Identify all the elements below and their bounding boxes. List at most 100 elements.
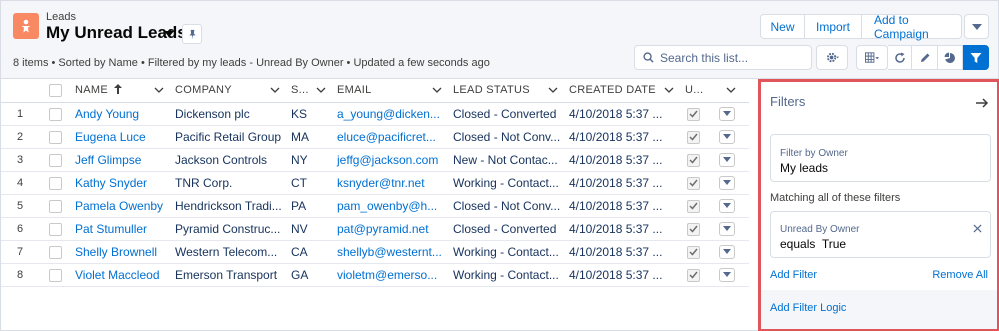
email-link[interactable]: jeffg@jackson.com (337, 153, 438, 167)
table-row[interactable]: 5 Pamela Owenby Hendrickson Tradi... PA pam_… (1, 194, 749, 218)
email-cell[interactable]: violetm@emerso... (331, 263, 447, 287)
filter-item-card[interactable]: Unread By Owner equals True (770, 211, 991, 258)
email-cell[interactable]: shellyb@westernt... (331, 240, 447, 264)
row-actions-button[interactable] (719, 106, 735, 121)
row-actions-button[interactable] (719, 267, 735, 282)
email-cell[interactable]: pat@pyramid.net (331, 217, 447, 241)
row-actions-button[interactable] (719, 129, 735, 144)
table-row[interactable]: 8 Violet Maccleod Emerson Transport GA viole… (1, 263, 749, 287)
chevron-down-icon[interactable] (153, 84, 165, 96)
filters-button[interactable] (963, 45, 989, 70)
row-select-cell[interactable] (43, 125, 69, 149)
filter-by-owner-card[interactable]: Filter by Owner My leads (770, 134, 991, 182)
select-all-header[interactable] (43, 79, 69, 103)
add-to-campaign-button[interactable]: Add to Campaign (862, 13, 962, 41)
chevron-down-icon[interactable] (547, 84, 559, 96)
row-actions-button[interactable] (719, 175, 735, 190)
email-cell[interactable]: jeffg@jackson.com (331, 148, 447, 172)
row-actions-button[interactable] (719, 198, 735, 213)
lead-name-link[interactable]: Pat Stumuller (75, 222, 147, 236)
row-select-cell[interactable] (43, 194, 69, 218)
email-link[interactable]: a_young@dicken... (337, 107, 440, 121)
display-as-button[interactable] (856, 45, 888, 70)
table-row[interactable]: 2 Eugena Luce Pacific Retail Group MA eluce@… (1, 125, 749, 149)
lead-name-link[interactable]: Kathy Snyder (75, 176, 147, 190)
row-select-cell[interactable] (43, 263, 69, 287)
row-select-cell[interactable] (43, 217, 69, 241)
lead-name-link[interactable]: Jeff Glimpse (75, 153, 141, 167)
column-header-company[interactable]: COMPANY (169, 79, 285, 103)
email-link[interactable]: pat@pyramid.net (337, 222, 429, 236)
lead-name-link[interactable]: Violet Maccleod (75, 268, 160, 282)
table-row[interactable]: 1 Andy Young Dickenson plc KS a_young@dicken… (1, 102, 749, 126)
email-link[interactable]: ksnyder@tnr.net (337, 176, 425, 190)
table-row[interactable]: 3 Jeff Glimpse Jackson Controls NY jeffg@jac… (1, 148, 749, 172)
row-select-cell[interactable] (43, 148, 69, 172)
name-cell[interactable]: Violet Maccleod (69, 263, 169, 287)
row-actions-button[interactable] (719, 244, 735, 259)
search-box[interactable] (634, 45, 812, 70)
close-icon[interactable] (973, 224, 982, 233)
email-cell[interactable]: pam_owenby@h... (331, 194, 447, 218)
column-header-email[interactable]: EMAIL (331, 79, 447, 103)
email-cell[interactable]: eluce@pacificret... (331, 125, 447, 149)
row-checkbox[interactable] (49, 268, 62, 282)
chevron-down-icon[interactable] (431, 84, 443, 96)
email-link[interactable]: shellyb@westernt... (337, 245, 442, 259)
search-input[interactable] (660, 50, 800, 65)
row-select-cell[interactable] (43, 102, 69, 126)
row-checkbox[interactable] (49, 153, 62, 167)
column-header-name[interactable]: NAME (69, 79, 169, 103)
row-checkbox[interactable] (49, 107, 62, 121)
name-cell[interactable]: Jeff Glimpse (69, 148, 169, 172)
new-button[interactable]: New (760, 14, 805, 39)
chevron-down-icon[interactable] (725, 84, 737, 96)
pin-button[interactable] (182, 24, 202, 44)
chevron-down-icon[interactable] (315, 84, 327, 96)
list-settings-button[interactable] (816, 45, 848, 70)
row-checkbox[interactable] (49, 130, 62, 144)
charts-button[interactable] (938, 45, 963, 70)
add-filter-link[interactable]: Add Filter (770, 269, 817, 281)
refresh-button[interactable] (888, 45, 912, 70)
column-header-state[interactable]: S... (285, 79, 331, 103)
table-row[interactable]: 7 Shelly Brownell Western Telecom... CA shel… (1, 240, 749, 264)
row-checkbox[interactable] (49, 199, 62, 213)
name-cell[interactable]: Pamela Owenby (69, 194, 169, 218)
add-filter-logic-link[interactable]: Add Filter Logic (770, 302, 846, 314)
chevron-down-icon[interactable] (163, 28, 175, 40)
lead-name-link[interactable]: Eugena Luce (75, 130, 146, 144)
chevron-down-icon[interactable] (663, 84, 675, 96)
email-link[interactable]: eluce@pacificret... (337, 130, 436, 144)
remove-all-link[interactable]: Remove All (932, 269, 988, 281)
row-checkbox[interactable] (49, 222, 62, 236)
row-checkbox[interactable] (49, 176, 62, 190)
row-select-cell[interactable] (43, 240, 69, 264)
row-actions-button[interactable] (719, 221, 735, 236)
email-cell[interactable]: ksnyder@tnr.net (331, 171, 447, 195)
name-cell[interactable]: Kathy Snyder (69, 171, 169, 195)
arrow-right-icon[interactable] (975, 96, 989, 110)
table-row[interactable]: 6 Pat Stumuller Pyramid Construc... NV pat@p… (1, 217, 749, 241)
lead-name-link[interactable]: Shelly Brownell (75, 245, 157, 259)
email-link[interactable]: violetm@emerso... (337, 268, 437, 282)
name-cell[interactable]: Pat Stumuller (69, 217, 169, 241)
inline-edit-button[interactable] (912, 45, 938, 70)
row-actions-button[interactable] (719, 152, 735, 167)
name-cell[interactable]: Eugena Luce (69, 125, 169, 149)
row-checkbox[interactable] (49, 245, 62, 259)
name-cell[interactable]: Shelly Brownell (69, 240, 169, 264)
email-link[interactable]: pam_owenby@h... (337, 199, 437, 213)
table-row[interactable]: 4 Kathy Snyder TNR Corp. CT ksnyder@tnr.net W… (1, 171, 749, 195)
name-cell[interactable]: Andy Young (69, 102, 169, 126)
row-select-cell[interactable] (43, 171, 69, 195)
more-actions-button[interactable] (964, 14, 989, 39)
column-header-lead-status[interactable]: LEAD STATUS (447, 79, 563, 103)
lead-name-link[interactable]: Andy Young (75, 107, 139, 121)
select-all-checkbox[interactable] (49, 83, 62, 97)
import-button[interactable]: Import (805, 14, 862, 39)
lead-name-link[interactable]: Pamela Owenby (75, 199, 163, 213)
chevron-down-icon[interactable] (269, 84, 281, 96)
column-header-unread[interactable]: U... (679, 79, 717, 103)
email-cell[interactable]: a_young@dicken... (331, 102, 447, 126)
